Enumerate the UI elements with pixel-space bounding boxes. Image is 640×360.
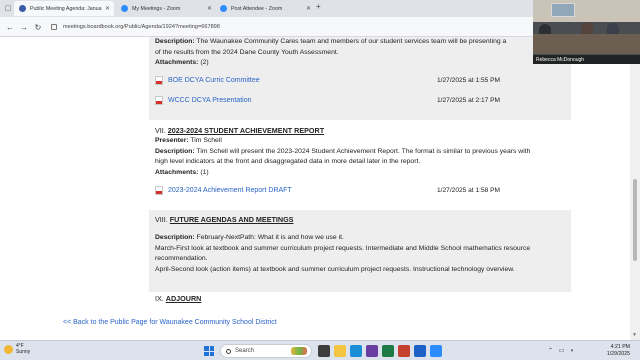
search-icon [226,348,231,354]
url-field[interactable]: meetings.boardbook.org/Public/Agenda/192… [51,20,521,34]
agenda-item-heading: VIII. FUTURE AGENDAS AND MEETINGS [155,215,294,224]
attachment-date: 1/27/2025 at 2:17 PM [437,96,501,104]
back-to-public-page-link[interactable]: << Back to the Public Page for Waunakee … [63,319,277,326]
search-highlight-icon [291,347,307,355]
pdf-icon [155,75,163,85]
description-line: Description: February-NextPath: What it … [155,234,344,241]
zoom-favicon-icon [220,5,227,12]
tab-my-meetings-zoom[interactable]: My Meetings - Zoom ✕ [116,1,216,16]
description-line-april: April-Second look (action items) at text… [155,265,515,273]
agenda-page: Description: The Waunakee Community Care… [0,37,630,340]
windows-start-icon[interactable] [204,346,214,356]
url-text: meetings.boardbook.org/Public/Agenda/192… [63,24,220,30]
attachment-link-achievement-report[interactable]: 2023-2024 Achievement Report DRAFT [155,184,292,196]
page-scrollbar[interactable]: ▲ ▼ [630,37,640,340]
forward-arrow-icon[interactable]: → [18,21,30,33]
participant-name-label: Rebecca McDonough [533,55,640,64]
pdf-icon [155,95,163,105]
zoom-app-icon[interactable] [430,345,442,357]
description-line-march-cont: recommendation. [155,255,208,262]
close-tab-icon[interactable]: ✕ [306,5,311,12]
scroll-down-icon[interactable]: ▼ [632,332,637,338]
tab-public-meeting-agenda[interactable]: Public Meeting Agenda: Janua ✕ [14,1,114,16]
powerpoint-icon[interactable] [398,345,410,357]
agenda-item-title: 2023-2024 STUDENT ACHIEVEMENT REPORT [167,126,325,135]
app-icon[interactable] [366,345,378,357]
agenda-item-viii: VIII. FUTURE AGENDAS AND MEETINGS Descri… [149,210,571,292]
search-placeholder: Search [235,348,255,354]
attachment-link-boe-dcya[interactable]: BOE DCYA Curric Committee [155,74,260,86]
description-line-march: March-First look at textbook and summer … [155,244,531,252]
taskbar-search-box[interactable]: Search [220,344,312,358]
file-explorer-icon[interactable] [334,345,346,357]
back-arrow-icon[interactable]: ← [4,21,16,33]
scrollbar-thumb[interactable] [633,179,637,261]
agenda-item-heading: VII. 2023-2024 STUDENT ACHIEVEMENT REPOR… [155,126,325,135]
description-continuation: high level indicators at the front and d… [155,158,421,165]
agenda-item-title: ADJOURN [165,294,202,303]
agenda-item-heading: IX. ADJOURN [155,294,202,303]
task-view-icon[interactable] [318,345,330,357]
tab-post-attendee-zoom[interactable]: Post Attendee - Zoom ✕ [215,1,315,16]
sun-icon [4,344,13,354]
agenda-item-ix: IX. ADJOURN [149,293,571,307]
edge-browser-icon[interactable] [350,345,362,357]
attachment-link-wccc-dcya[interactable]: WCCC DCYA Presentation [155,94,252,106]
tab-title: Post Attendee - Zoom [231,5,283,12]
description-line: Description: The Waunakee Community Care… [155,38,507,45]
site-info-icon[interactable] [51,24,57,30]
video-conference-table [533,34,640,54]
video-wall-screen [551,3,575,17]
weather-description: Sunny [16,349,31,355]
zoom-favicon-icon [121,5,128,12]
excel-icon[interactable] [382,345,394,357]
taskbar-clock[interactable]: 4:21 PM 1/29/2025 [590,344,630,357]
attachments-header: Attachments: (2) [155,59,209,66]
windows-taskbar: 4°F Sunny Search ⌃ ▭ ◖ 4:21 PM 1/29/2025 [0,340,640,360]
attachment-date: 1/27/2025 at 1:58 PM [437,186,501,194]
clock-date: 1/29/2025 [606,350,630,357]
tab-title: My Meetings - Zoom [132,5,181,12]
boardbook-favicon-icon [19,5,26,12]
video-background [533,0,640,22]
presenter-line: Presenter: Tim Schell [155,137,222,144]
zoom-video-overlay[interactable]: Rebecca McDonough [533,0,640,64]
tab-actions-icon[interactable]: ▢ [3,1,13,15]
close-tab-icon[interactable]: ✕ [207,5,212,12]
system-tray-icons[interactable]: ⌃ ▭ ◖ [548,347,576,354]
attachment-date: 1/27/2025 at 1:55 PM [437,76,501,84]
agenda-item-title: FUTURE AGENDAS AND MEETINGS [169,215,294,224]
word-icon[interactable] [414,345,426,357]
description-continuation: of the results from the 2024 Dane County… [155,48,339,56]
description-line: Description: Tim Schell will present the… [155,147,531,155]
tab-title: Public Meeting Agenda: Janua [30,5,102,12]
pdf-icon [155,185,163,195]
weather-widget[interactable]: 4°F Sunny [4,343,30,355]
close-tab-icon[interactable]: ✕ [105,5,110,12]
attachments-header: Attachments: (1) [155,168,209,176]
new-tab-button[interactable]: + [316,2,321,11]
reload-icon[interactable]: ↻ [32,21,44,33]
